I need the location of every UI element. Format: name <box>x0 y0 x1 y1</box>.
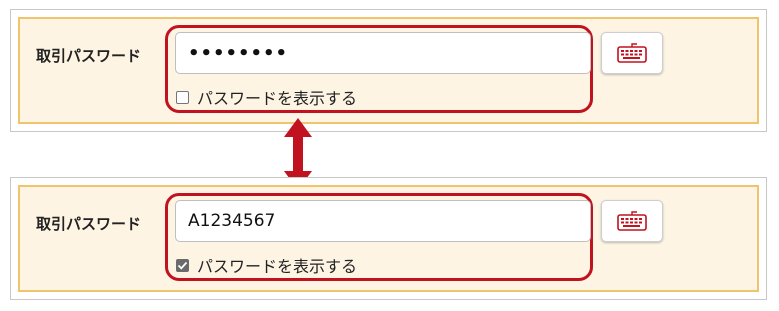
password-panel-hidden: 取引パスワード •••••••• パスワードを表示する <box>10 9 767 132</box>
show-password-label: パスワードを表示する <box>197 257 358 276</box>
password-form-row: 取引パスワード •••••••• パスワードを表示する <box>18 17 759 124</box>
show-password-checkbox[interactable] <box>176 90 189 104</box>
keyboard-icon <box>617 211 647 231</box>
show-password-toggle[interactable]: パスワードを表示する <box>176 85 357 109</box>
software-keyboard-button[interactable] <box>601 200 663 242</box>
password-label: 取引パスワード <box>36 47 142 65</box>
show-password-toggle[interactable]: パスワードを表示する <box>176 253 357 277</box>
software-keyboard-button[interactable] <box>601 32 663 74</box>
password-form-row: 取引パスワード A1234567 パスワードを表示する <box>18 185 759 292</box>
password-input[interactable]: A1234567 <box>175 200 591 242</box>
keyboard-icon <box>617 43 647 63</box>
password-label: 取引パスワード <box>36 215 142 233</box>
password-panel-visible: 取引パスワード A1234567 パスワードを表示する <box>10 177 767 300</box>
show-password-label: パスワードを表示する <box>197 89 358 108</box>
checkmark-icon <box>177 261 188 270</box>
show-password-checkbox[interactable] <box>176 258 189 272</box>
password-input[interactable]: •••••••• <box>175 32 591 74</box>
